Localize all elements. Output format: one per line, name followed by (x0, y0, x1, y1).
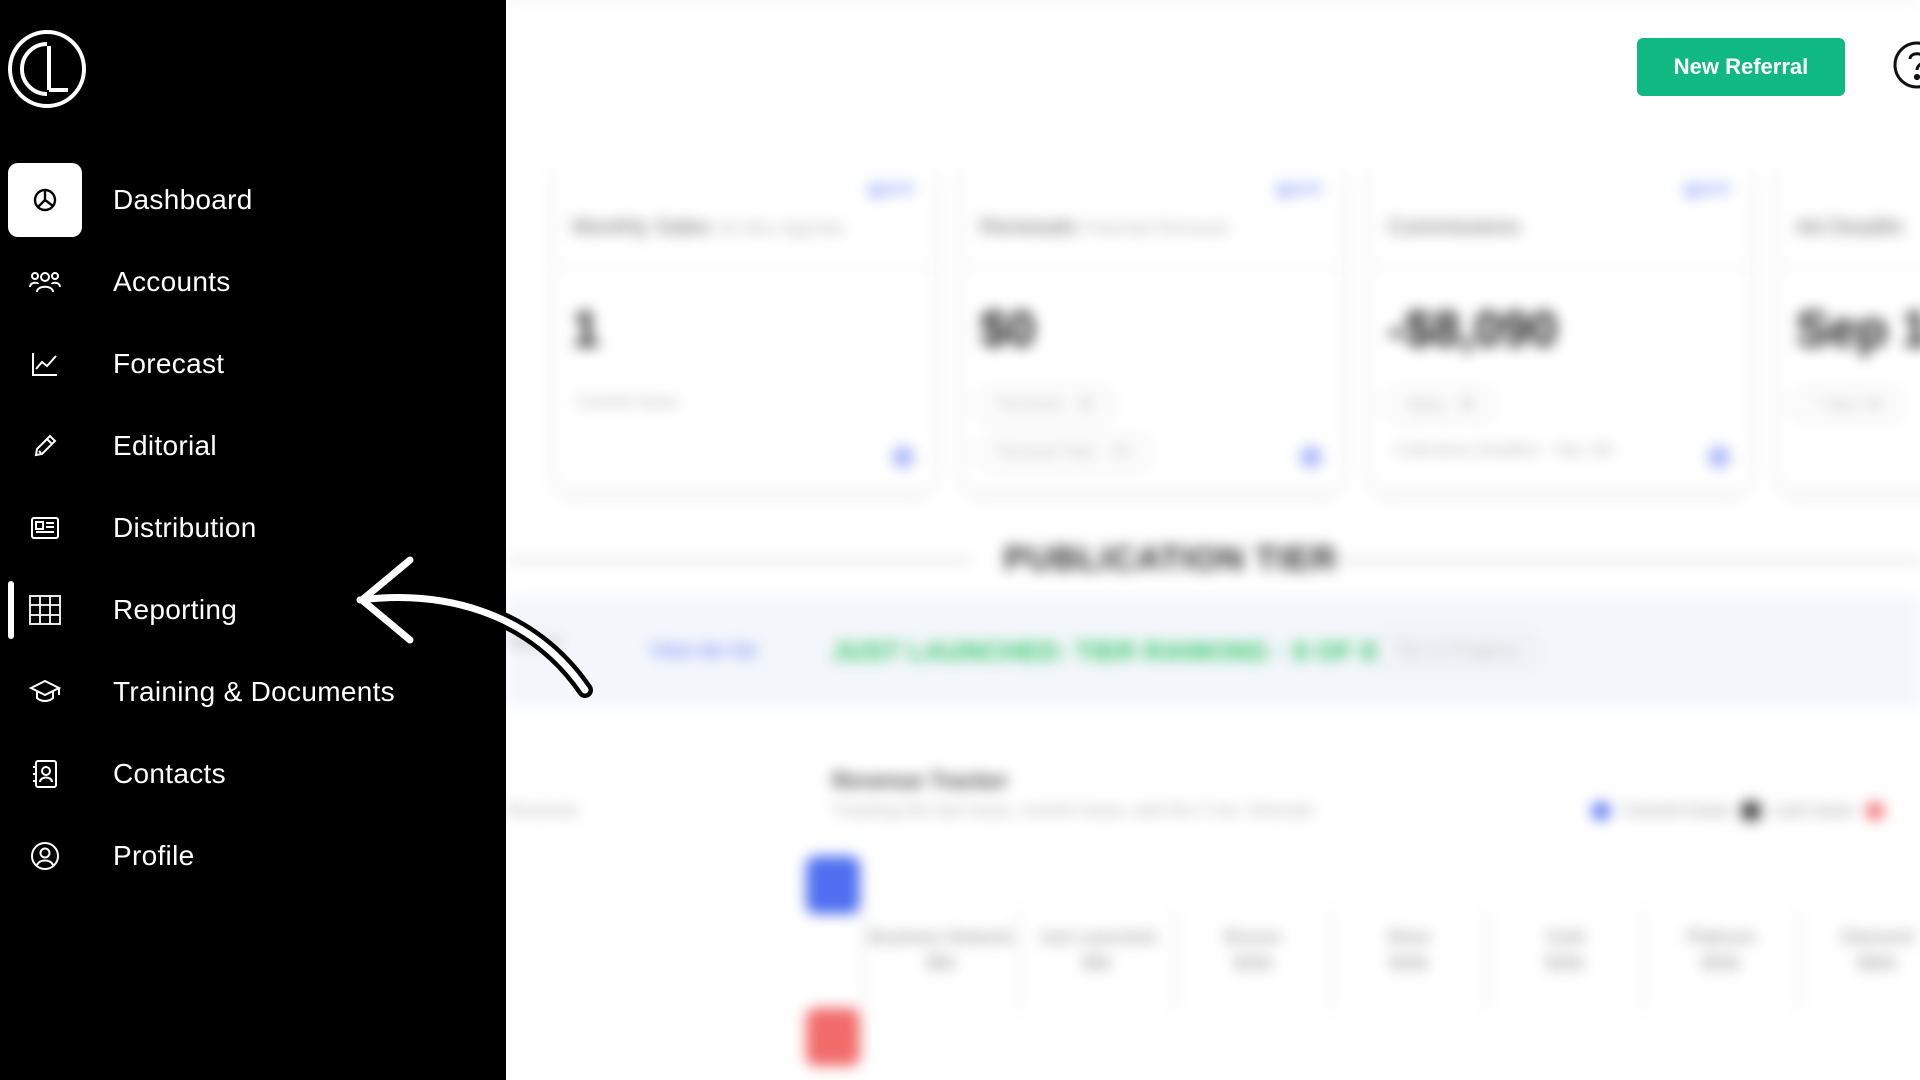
sidebar: Dashboard Accounts Forecast Editorial Di… (0, 0, 506, 1080)
sidebar-item-dashboard[interactable]: Dashboard (0, 159, 506, 241)
sidebar-item-reporting[interactable]: Reporting (0, 569, 506, 651)
sidebar-item-distribution[interactable]: Distribution (0, 487, 506, 569)
grid-table-icon (8, 573, 82, 647)
tier-cell: Just Launched $0k (1018, 908, 1174, 1012)
tier-cell: Gold $35k (1486, 908, 1642, 1012)
card-pill: Collections Deadline · Sep. 9th (1394, 442, 1614, 459)
user-circle-icon (8, 819, 82, 893)
card-tag: Q3 FY (1683, 182, 1730, 199)
sidebar-item-label: Distribution (113, 512, 257, 543)
divider (506, 559, 972, 562)
card-subtitle: Potential Renewal (1082, 218, 1228, 238)
card-title: Ad Deadlin (1796, 214, 1904, 239)
tier-table: Business Network $0k Just Launched $0k Bro… (862, 908, 1920, 1012)
legend-dot (1592, 801, 1610, 820)
pencil-icon (8, 409, 82, 483)
sidebar-item-label: Contacts (113, 758, 226, 789)
brand-logo[interactable] (8, 30, 86, 108)
sidebar-item-training-documents[interactable]: Training & Documents (0, 651, 506, 733)
sidebar-item-label: Editorial (113, 430, 217, 461)
sidebar-item-label: Training & Documents (113, 676, 395, 707)
sidebar-item-label: Profile (113, 840, 195, 871)
info-icon[interactable] (1708, 446, 1730, 468)
dashboard-background: Q3 FY Monthly Sales On-Box Agenda 1 Curr… (506, 0, 1920, 1080)
contact-book-icon (8, 737, 82, 811)
card-title: Commissions (1388, 214, 1521, 239)
users-icon (8, 245, 82, 319)
card-header: Q3 FY Monthly Sales On-Box Agenda (556, 160, 934, 268)
kpi-card-commissions[interactable]: Q3 FY Commissions -$8,090 Aging · $0 Col… (1372, 160, 1750, 490)
sidebar-item-label: Reporting (113, 594, 238, 625)
sidebar-item-profile[interactable]: Profile (0, 815, 506, 897)
revenue-legend: Current Issue Last Issue (1592, 800, 1885, 821)
card-note: Current Issue (576, 392, 679, 411)
sidebar-item-forecast[interactable]: Forecast (0, 323, 506, 405)
help-circle-icon[interactable] (1892, 40, 1920, 90)
legend-label: Last Issue (1772, 800, 1855, 820)
divider (1328, 559, 1920, 562)
kpi-card-ad-deadline[interactable]: Ad Deadlin Sep 1 7 days left (1780, 160, 1920, 490)
sidebar-item-accounts[interactable]: Accounts (0, 241, 506, 323)
card-value: -$8,090 (1388, 301, 1558, 357)
new-referral-button[interactable]: New Referral (1637, 38, 1845, 96)
sidebar-nav: Dashboard Accounts Forecast Editorial Di… (0, 159, 506, 897)
tier-cell: Bronze $20k (1174, 908, 1330, 1012)
line-chart-icon (8, 327, 82, 401)
card-pill: Renewal Rate · 0% (980, 436, 1150, 470)
pie-chart-icon (8, 163, 82, 237)
card-header: Ad Deadlin (1780, 160, 1920, 268)
section-title: PUBLICATION TIER (1004, 540, 1337, 578)
kpi-card-renewals[interactable]: Q3 FY Renewals Potential Renewal $0 Rene… (964, 160, 1342, 490)
left-section-label: Revenue (506, 800, 579, 820)
kpi-card-monthly-sales[interactable]: Q3 FY Monthly Sales On-Box Agenda 1 Curr… (556, 160, 934, 490)
sidebar-item-label: Dashboard (113, 184, 253, 215)
revenue-subtitle: Tracking the last issue, current issue, … (832, 800, 1313, 820)
tier-status-pill: Tier in Progress (1378, 632, 1537, 669)
target-marker[interactable] (806, 1008, 860, 1066)
app-window: Dashboard Accounts Forecast Editorial Di… (0, 0, 1920, 1080)
view-tier-list-link[interactable]: View tier list (650, 640, 756, 663)
graduation-cap-icon (8, 655, 82, 729)
card-pill: Renewed · $0 (980, 388, 1112, 422)
card-pill: Aging · $0 (1388, 388, 1493, 422)
card-tag: Q3 FY (867, 182, 914, 199)
sidebar-item-contacts[interactable]: Contacts (0, 733, 506, 815)
sidebar-item-label: Forecast (113, 348, 225, 379)
newspaper-icon (8, 491, 82, 565)
card-value: 1 (572, 301, 600, 357)
card-title: Monthly Sales On-Box Agenda (572, 214, 844, 239)
logo-mark-icon (20, 42, 68, 96)
tier-cell: Business Network $0k (862, 908, 1018, 1012)
card-title: Renewals Potential Renewal (980, 214, 1228, 239)
revenue-title: Revenue Tracker (832, 768, 1009, 793)
legend-dot (1742, 801, 1761, 820)
tier-headline: JUST LAUNCHED: TIER RANKING · 8 OF 8 (832, 636, 1376, 666)
tier-cell: Silver $30k (1330, 908, 1486, 1012)
legend-dot (1866, 801, 1885, 820)
card-value: Sep 1 (1796, 301, 1920, 357)
card-value: $0 (980, 301, 1036, 357)
top-divider (506, 0, 1920, 2)
card-pill: 7 days left (1796, 388, 1901, 422)
sidebar-item-label: Accounts (113, 266, 231, 297)
info-icon[interactable] (892, 446, 914, 468)
sidebar-item-editorial[interactable]: Editorial (0, 405, 506, 487)
tier-banner: Tiers ▾ View tier list JUST LAUNCHED: TI… (506, 596, 1920, 706)
card-tag: Q3 FY (1275, 182, 1322, 199)
current-issue-marker[interactable] (806, 856, 860, 914)
publication-tier-header: PUBLICATION TIER (506, 540, 1920, 580)
card-header: Q3 FY Commissions (1372, 160, 1750, 268)
main-content: Q3 FY Monthly Sales On-Box Agenda 1 Curr… (506, 0, 1920, 1080)
info-icon[interactable] (1300, 446, 1322, 468)
card-subtitle: On-Box Agenda (716, 218, 844, 238)
card-header: Q3 FY Renewals Potential Renewal (964, 160, 1342, 268)
tier-cell: Diamond $60k (1798, 908, 1920, 1012)
tier-dropdown[interactable]: Tiers ▾ (506, 632, 559, 653)
legend-label: Current Issue (1622, 800, 1731, 820)
tier-cell: Platinum $50k (1642, 908, 1798, 1012)
